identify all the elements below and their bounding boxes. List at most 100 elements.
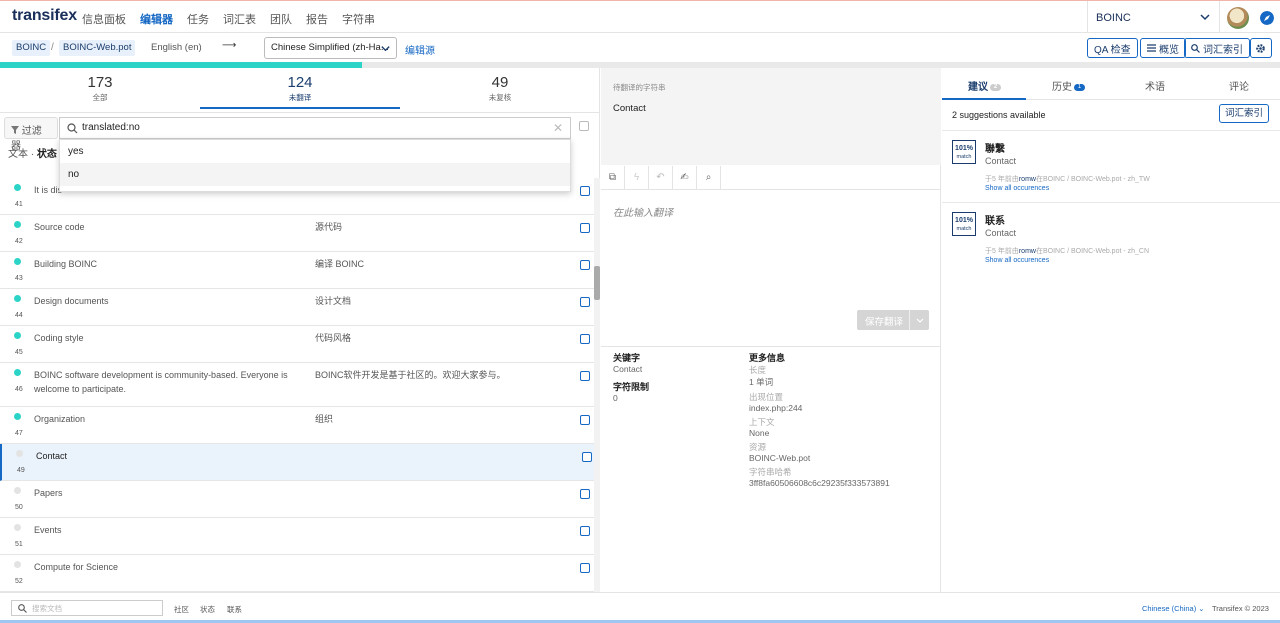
option-no[interactable]: no (60, 163, 570, 186)
row-index: 46 (15, 386, 23, 393)
char-limit-value: 0 (613, 393, 618, 403)
nav-strings[interactable]: 字符串 (342, 11, 375, 27)
footer-link-contact[interactable]: 联系 (227, 604, 242, 615)
footer-link-status[interactable]: 状态 (200, 604, 215, 615)
glossary-search-icon[interactable]: ⌕ (697, 166, 721, 190)
more-info-heading: 更多信息 (749, 353, 786, 363)
row-checkbox[interactable] (580, 334, 590, 344)
nav-teams[interactable]: 团队 (270, 11, 292, 27)
show-occurrences-link[interactable]: Show all occurences (985, 185, 1049, 192)
glossary-index-button[interactable]: 词汇索引 (1184, 38, 1250, 58)
row-checkbox[interactable] (580, 489, 590, 499)
info-value: index.php:244 (749, 403, 803, 413)
tab-suggestions[interactable]: 建议 2 (968, 78, 1001, 93)
row-checkbox[interactable] (580, 260, 590, 270)
info-key: 字符串哈希 (749, 467, 792, 477)
string-row[interactable]: 42 Source code 源代码 (0, 215, 594, 252)
row-source-text: Design documents (34, 296, 109, 306)
suggestion-source: Contact (985, 228, 1017, 238)
stat-all-label: 全部 (92, 93, 108, 102)
editor-tools: ⧉ ϟ ↶ ✍ ⌕ (601, 166, 941, 190)
breadcrumb-project[interactable]: BOINC (12, 40, 51, 56)
nav-tasks[interactable]: 任务 (187, 11, 209, 27)
list-scrollbar[interactable] (594, 178, 600, 592)
tab-unreviewed[interactable]: 49 未复核 (400, 74, 600, 103)
active-tab-underline (200, 107, 400, 109)
suggestion-meta: 于5 年前由romw在BOINC / BOINC-Web.pot - zh_TW (985, 174, 1150, 184)
info-key: 上下文 (749, 417, 775, 427)
copy-source-icon[interactable]: ⧉ (601, 166, 625, 190)
clear-icon[interactable]: ✕ (553, 121, 563, 135)
filter-search-input[interactable]: translated:no ✕ (59, 117, 571, 139)
translation-input[interactable]: 在此输入翻译 (613, 204, 673, 219)
tab-comments[interactable]: 评论 (1229, 78, 1249, 93)
meta-suffix: 在BOINC / BOINC-Web.pot - zh_TW (1035, 176, 1150, 183)
spellcheck-icon[interactable]: ✍ (673, 166, 697, 190)
scrollbar-thumb[interactable] (594, 266, 600, 300)
save-options-toggle[interactable] (909, 310, 929, 330)
row-checkbox[interactable] (582, 452, 592, 462)
tab-terms[interactable]: 术语 (1145, 78, 1165, 93)
docs-search-input[interactable]: 搜索文档 (11, 600, 163, 616)
select-all-checkbox[interactable] (579, 121, 589, 131)
lightning-icon[interactable]: ϟ (625, 166, 649, 190)
save-translation-button[interactable]: 保存翻译 (857, 310, 929, 330)
overview-button[interactable]: 概览 (1140, 38, 1186, 58)
scope-text[interactable]: 文本 (8, 149, 28, 160)
string-row[interactable]: 50 Papers (0, 481, 594, 518)
nav-editor[interactable]: 编辑器 (140, 11, 173, 27)
row-translation-text: 源代码 (315, 222, 343, 232)
string-row[interactable]: 45 Coding style 代码风格 (0, 326, 594, 363)
string-row[interactable]: 43 Building BOINC 编译 BOINC (0, 252, 594, 289)
suggestion-translation[interactable]: 联系 (985, 212, 1005, 227)
target-language-select[interactable]: Chinese Simplified (zh-Ha... (264, 37, 397, 59)
row-checkbox[interactable] (580, 371, 590, 381)
transifex-logo[interactable]: transifex (12, 7, 77, 25)
row-index: 41 (15, 201, 23, 208)
undo-icon[interactable]: ↶ (649, 166, 673, 190)
compass-icon[interactable] (1260, 11, 1274, 25)
string-row[interactable]: 47 Organization 组织 (0, 407, 594, 444)
meta-prefix: 于5 年前由 (985, 248, 1019, 255)
glossary-index-button-right[interactable]: 词汇索引 (1219, 104, 1269, 123)
string-row[interactable]: 52 Compute for Science (0, 555, 594, 592)
row-checkbox[interactable] (580, 223, 590, 233)
suggestion-item[interactable]: 101% match 聯繫 Contact 于5 年前由romw在BOINC / BOI… (942, 130, 1280, 202)
suggestion-translation[interactable]: 聯繫 (985, 140, 1005, 155)
nav-glossary[interactable]: 词汇表 (223, 11, 256, 27)
show-occurrences-link[interactable]: Show all occurences (985, 257, 1049, 264)
row-index: 45 (15, 349, 23, 356)
project-selector[interactable]: BOINC (1087, 1, 1220, 33)
filter-button[interactable]: 过滤器 (4, 117, 58, 152)
tab-untranslated[interactable]: 124 未翻译 (200, 74, 400, 103)
row-checkbox[interactable] (580, 563, 590, 573)
string-row[interactable]: 46 BOINC software development is communit… (0, 363, 594, 407)
user-avatar[interactable] (1227, 7, 1249, 29)
breadcrumb-resource[interactable]: BOINC-Web.pot (59, 40, 136, 56)
footer-link-community[interactable]: 社区 (174, 604, 189, 615)
tab-all[interactable]: 173 全部 (0, 74, 200, 103)
row-checkbox[interactable] (580, 526, 590, 536)
meta-user[interactable]: romw (1019, 176, 1036, 183)
row-checkbox[interactable] (580, 297, 590, 307)
search-icon (67, 123, 78, 134)
string-row[interactable]: 51 Events (0, 518, 594, 555)
option-yes[interactable]: yes (60, 140, 570, 163)
nav-reports[interactable]: 报告 (306, 11, 328, 27)
string-row[interactable]: 44 Design documents 设计文档 (0, 289, 594, 326)
nav-dashboard[interactable]: 信息面板 (82, 11, 126, 27)
string-row[interactable]: 49 Contact (0, 444, 594, 481)
ui-language-selector[interactable]: Chinese (China) ⌄ (1142, 604, 1205, 613)
tab-suggestions-label: 建议 (968, 82, 988, 93)
edit-source-link[interactable]: 编辑源 (405, 42, 435, 57)
match-percent: 101% (955, 145, 973, 152)
qa-check-button[interactable]: QA 检查 (1087, 38, 1138, 58)
scope-status[interactable]: 状态 (37, 149, 57, 160)
meta-user[interactable]: romw (1019, 248, 1036, 255)
tab-history[interactable]: 历史 1 (1052, 78, 1085, 93)
row-checkbox[interactable] (580, 415, 590, 425)
suggestion-item[interactable]: 101% match 联系 Contact 于5 年前由romw在BOINC / BOI… (942, 202, 1280, 274)
match-percent: 101% (955, 217, 973, 224)
row-checkbox[interactable] (580, 186, 590, 196)
settings-button[interactable] (1250, 38, 1272, 58)
